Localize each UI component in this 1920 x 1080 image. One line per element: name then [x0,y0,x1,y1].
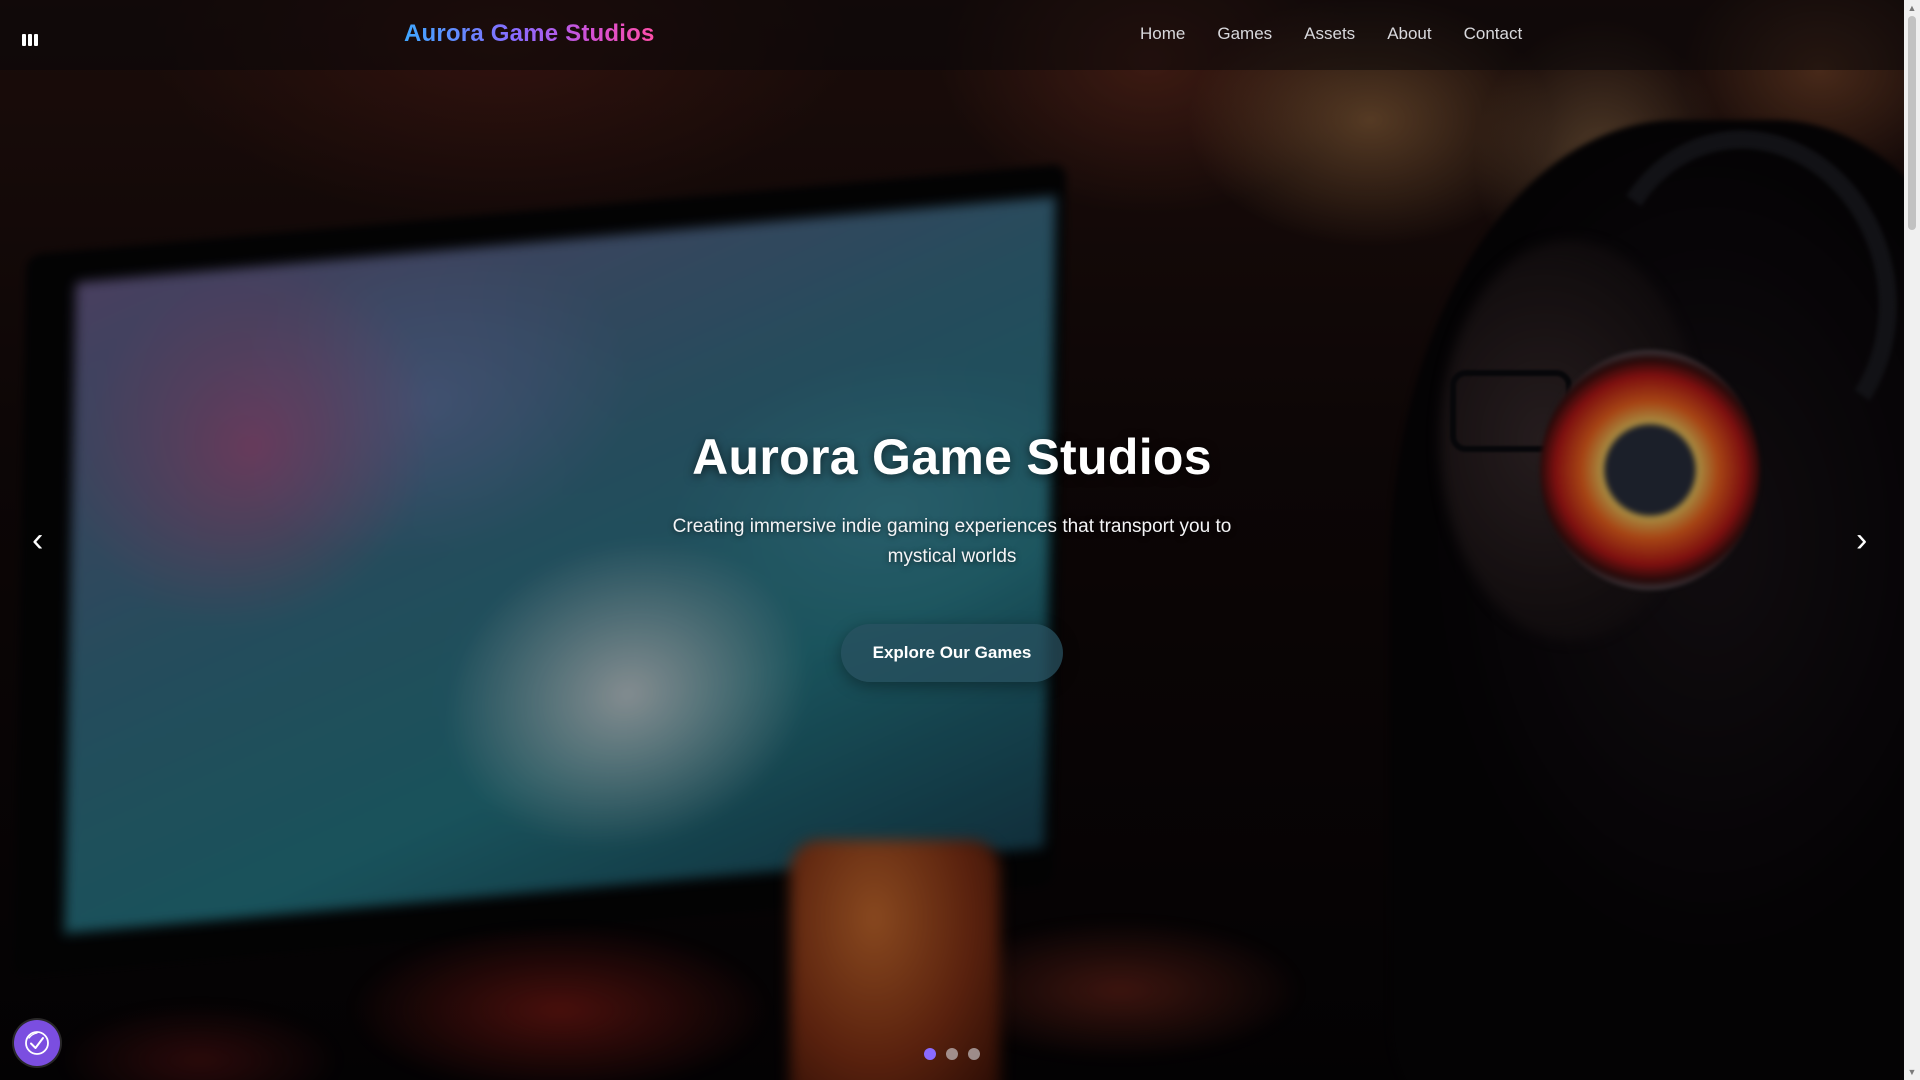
hero-subtitle: Creating immersive indie gaming experien… [672,516,1232,567]
chevron-left-icon[interactable]: ‹ [32,520,43,560]
accessibility-button[interactable] [14,1020,60,1066]
nav-link-contact[interactable]: Contact [1464,24,1523,44]
brand-logo[interactable]: Aurora Game Studios [404,20,655,48]
nav-link-assets[interactable]: Assets [1304,24,1355,44]
nav-link-games[interactable]: Games [1217,24,1272,44]
scrollbar-thumb[interactable] [1908,16,1916,230]
explore-games-button[interactable]: Explore Our Games [840,624,1064,682]
carousel-indicators [924,1048,980,1060]
navbar: Aurora Game Studios Home Games Assets Ab… [0,0,1904,70]
hero-title: Aurora Game Studios [692,429,1212,485]
scroll-up-icon[interactable]: ▲ [1904,0,1920,16]
carousel-dot-1[interactable] [924,1048,936,1060]
nav-link-about[interactable]: About [1387,24,1431,44]
scroll-down-icon[interactable]: ▼ [1904,1064,1920,1080]
nav-link-home[interactable]: Home [1140,24,1185,44]
carousel-dot-2[interactable] [946,1048,958,1060]
chevron-right-icon[interactable]: › [1856,520,1867,560]
accessibility-icon [25,1031,49,1055]
page: Aurora Game Studios Home Games Assets Ab… [0,0,1920,1080]
hero-content: Aurora Game Studios Creating immersive i… [652,428,1252,682]
nav-links: Home Games Assets About Contact [1140,24,1522,44]
bars-icon[interactable] [22,34,38,46]
vertical-scrollbar[interactable]: ▲ ▼ [1904,0,1920,1080]
carousel-dot-3[interactable] [968,1048,980,1060]
